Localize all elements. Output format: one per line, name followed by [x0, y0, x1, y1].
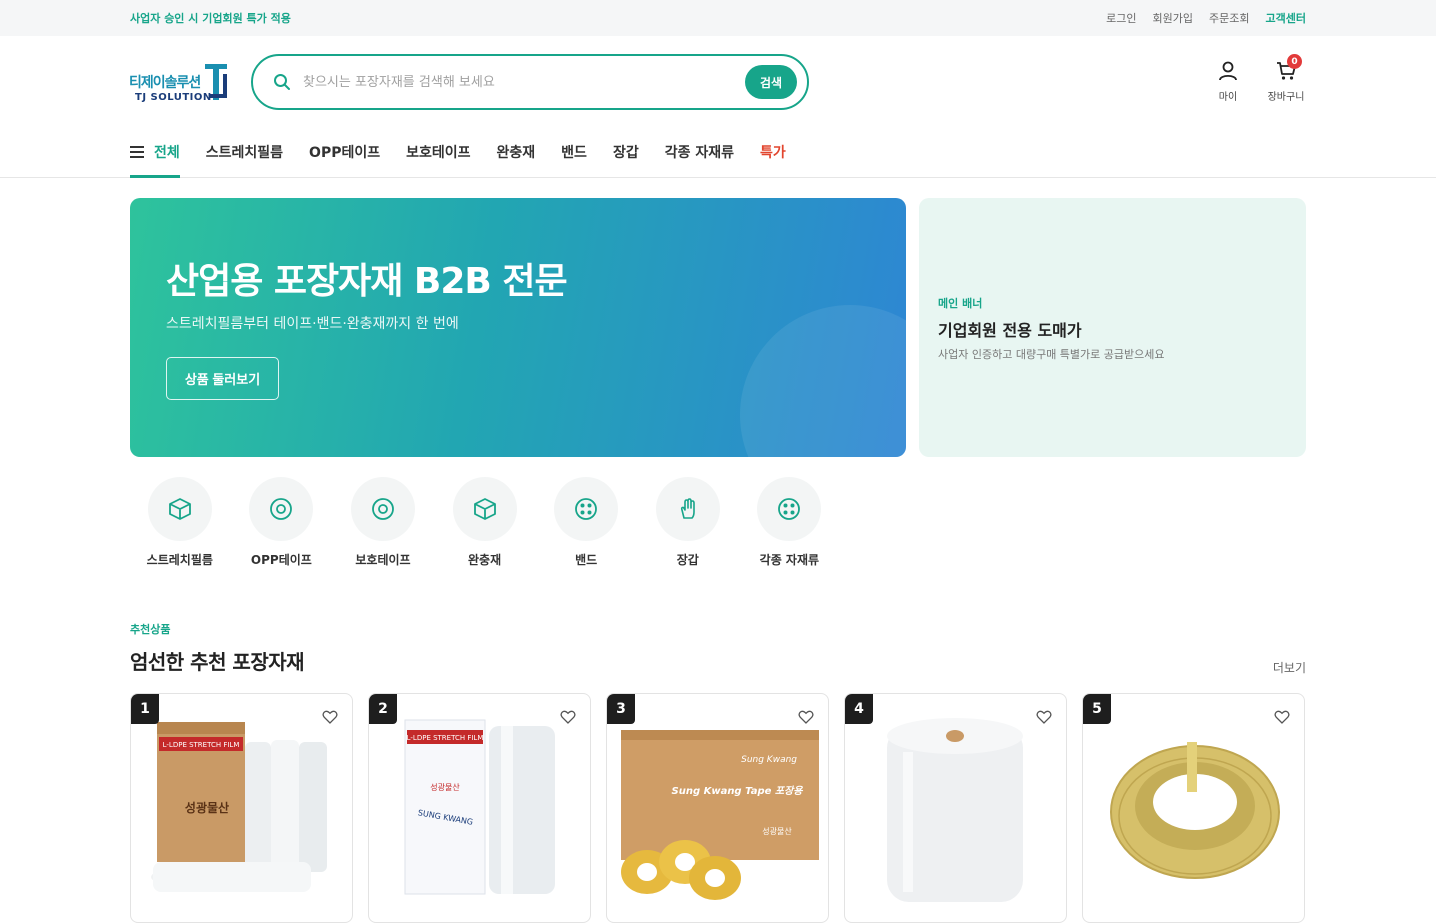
side-banner-desc: 사업자 인증하고 대량구매 특별가로 공급받으세요 — [938, 348, 1165, 361]
heart-icon[interactable] — [798, 709, 814, 725]
hero-decoration — [740, 305, 906, 457]
logo-english: TJ SOLUTION — [135, 92, 212, 103]
search-button[interactable]: 검색 — [745, 65, 797, 99]
top-links: 로그인 회원가입 주문조회 고객센터 — [1106, 10, 1306, 26]
category-gloves[interactable]: 장갑 — [637, 477, 739, 568]
recommend-title: 엄선한 추천 포장자재 — [130, 650, 305, 674]
browse-products-button[interactable]: 상품 둘러보기 — [166, 357, 279, 400]
user-icon — [1219, 61, 1237, 81]
nav-protective-tape[interactable]: 보호테이프 — [406, 126, 470, 178]
my-label: 마이 — [1218, 92, 1238, 103]
main-nav: 전체 스트레치필름 OPP테이프 보호테이프 완충재 밴드 장갑 각종 자재류 … — [0, 126, 1436, 178]
category-label: 완충재 — [468, 553, 502, 567]
rank-badge: 1 — [131, 694, 159, 724]
rank-badge: 3 — [607, 694, 635, 724]
search-bar: 검색 — [251, 54, 809, 110]
heart-icon[interactable] — [1274, 709, 1290, 725]
cart-label: 장바구니 — [1267, 92, 1305, 103]
product-image-pp-band — [1110, 742, 1280, 879]
category-opp-tape[interactable]: OPP테이프 — [231, 477, 333, 568]
tape-roll-icon — [270, 498, 293, 520]
menu-icon — [130, 145, 144, 158]
product-image-stretch-film-pack: L-LDPE STRETCH FILM 성광물산 SUNG KWANG — [404, 719, 555, 895]
heart-icon[interactable] — [560, 709, 576, 725]
category-label: 장갑 — [676, 553, 699, 567]
nav-misc-materials[interactable]: 각종 자재류 — [665, 126, 734, 178]
utility-menu: 마이 0 장바구니 — [1208, 54, 1306, 103]
rank-badge: 2 — [369, 694, 397, 724]
customer-center-link[interactable]: 고객센터 — [1266, 10, 1306, 26]
product-card[interactable]: 1 L-LDPE STRETCH FILM 성광물산 — [130, 693, 353, 923]
promo-text: 사업자 승인 시 기업회원 특가 적용 — [130, 12, 291, 25]
product-image-bubble-wrap — [887, 718, 1023, 902]
more-link[interactable]: 더보기 — [1273, 659, 1306, 676]
category-label: 보호테이프 — [355, 553, 411, 567]
hero-title: 산업용 포장자재 B2B 전문 — [166, 261, 568, 302]
logo-korean: 티제이솔루션 — [129, 75, 201, 91]
grid-dots-icon — [778, 498, 801, 520]
category-cushioning[interactable]: 완충재 — [434, 477, 536, 568]
nav-gloves[interactable]: 장갑 — [613, 126, 639, 178]
tape-roll-icon — [372, 498, 394, 520]
brand-en-text: Sung Kwang — [741, 755, 797, 765]
nav-all[interactable]: 전체 — [130, 126, 180, 178]
category-label: OPP테이프 — [250, 553, 312, 567]
heart-icon[interactable] — [322, 709, 338, 725]
box-label-text: L-LDPE STRETCH FILM — [163, 741, 240, 749]
product-card[interactable]: 2 L-LDPE STRETCH FILM 성광물산 SUNG KWANG — [368, 693, 591, 923]
hero-subtitle: 스트레치필름부터 테이프·밴드·완충재까지 한 번에 — [166, 316, 459, 332]
category-stretch-film[interactable]: 스트레치필름 — [129, 477, 231, 568]
nav-sale[interactable]: 특가 — [760, 126, 786, 178]
box-icon — [473, 498, 496, 520]
heart-icon[interactable] — [1036, 709, 1052, 725]
product-image-tape-box: Sung Kwang Sung Kwang Tape 포장용 성광물산 — [621, 730, 819, 900]
my-page-button[interactable]: 마이 — [1208, 60, 1248, 103]
nav-cushioning[interactable]: 완충재 — [497, 126, 536, 178]
rank-badge: 4 — [845, 694, 873, 724]
order-lookup-link[interactable]: 주문조회 — [1209, 10, 1249, 26]
category-label: 밴드 — [575, 553, 598, 567]
category-label: 스트레치필름 — [146, 553, 213, 567]
side-banner[interactable]: 메인 배너 기업회원 전용 도매가 사업자 인증하고 대량구매 특별가로 공급받… — [919, 198, 1306, 457]
hero-banner: 산업용 포장자재 B2B 전문 스트레치필름부터 테이프·밴드·완충재까지 한 … — [130, 198, 906, 457]
nav-all-label: 전체 — [154, 144, 180, 161]
brand-text: 성광물산 — [185, 800, 229, 815]
grid-dots-icon — [575, 498, 598, 520]
search-icon — [274, 74, 290, 90]
nav-stretch-film[interactable]: 스트레치필름 — [206, 126, 283, 178]
brand-text: 성광물산 — [762, 826, 792, 836]
category-shortcuts: 스트레치필름 OPP테이프 보호테이프 완충재 밴드 장갑 각종 자재류 — [129, 477, 840, 568]
product-list: 1 L-LDPE STRETCH FILM 성광물산 2 L-LDPE STRE… — [130, 693, 1305, 923]
nav-opp-tape[interactable]: OPP테이프 — [309, 126, 380, 178]
box-label-text: Sung Kwang Tape 포장용 — [672, 785, 804, 797]
recommend-tag: 추천상품 — [130, 623, 171, 636]
product-card[interactable]: 4 — [844, 693, 1067, 923]
header: 티제이솔루션 TJ SOLUTION 검색 마이 — [0, 36, 1436, 126]
side-banner-tag: 메인 배너 — [938, 297, 983, 310]
product-card[interactable]: 5 — [1082, 693, 1305, 923]
site-logo[interactable]: 티제이솔루션 TJ SOLUTION — [129, 60, 229, 106]
category-band[interactable]: 밴드 — [535, 477, 637, 568]
product-card[interactable]: 3 Sung Kwang Sung Kwang Tape 포장용 성광물산 — [606, 693, 829, 923]
search-input[interactable] — [303, 74, 745, 90]
signup-link[interactable]: 회원가입 — [1153, 10, 1193, 26]
logo-mark-icon — [205, 64, 227, 100]
top-bar: 사업자 승인 시 기업회원 특가 적용 로그인 회원가입 주문조회 고객센터 — [0, 0, 1436, 36]
product-image-stretch-film: L-LDPE STRETCH FILM 성광물산 — [151, 722, 327, 892]
cart-count-badge: 0 — [1287, 54, 1302, 69]
nav-band[interactable]: 밴드 — [561, 126, 587, 178]
side-banner-title: 기업회원 전용 도매가 — [938, 321, 1082, 340]
box-label-text: L-LDPE STRETCH FILM — [407, 734, 484, 742]
cart-button[interactable]: 0 장바구니 — [1266, 54, 1306, 103]
category-protective-tape[interactable]: 보호테이프 — [332, 477, 434, 568]
glove-icon — [680, 498, 695, 519]
login-link[interactable]: 로그인 — [1106, 10, 1136, 26]
category-label: 각종 자재류 — [759, 553, 820, 567]
category-misc-materials[interactable]: 각종 자재류 — [739, 477, 841, 568]
box-icon — [168, 498, 191, 520]
brand-text: 성광물산 — [430, 782, 460, 792]
rank-badge: 5 — [1083, 694, 1111, 724]
